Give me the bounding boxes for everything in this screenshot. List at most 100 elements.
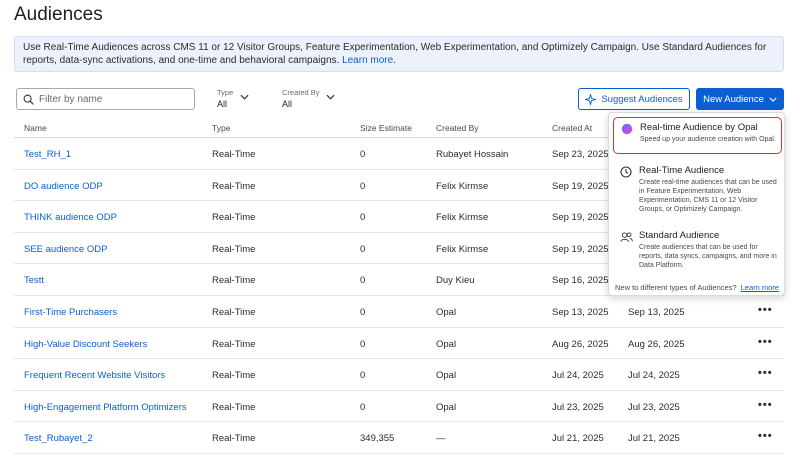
created-by-dropdown-value: All	[282, 99, 293, 109]
more-options-icon[interactable]: •••	[758, 336, 773, 348]
audience-created-by: Felix Kirmse	[436, 212, 489, 224]
audience-size: 0	[360, 370, 366, 382]
clock-icon	[620, 166, 632, 178]
page-title: Audiences	[14, 4, 103, 25]
audience-created-at: Sep 23, 2025	[552, 149, 609, 160]
audience-created-at: Aug 26, 2025	[552, 338, 609, 350]
chevron-down-icon	[769, 97, 777, 102]
audience-created-by: Felix Kirmse	[436, 243, 489, 255]
type-dropdown[interactable]: Type All	[217, 88, 257, 109]
menu-item-standard-audience[interactable]: Standard Audience Create audiences that …	[613, 226, 782, 274]
new-audience-menu: Real-time Audience by Opal Speed up your…	[608, 112, 785, 296]
audience-created-by: —	[436, 433, 446, 445]
column-header-type[interactable]: Type	[212, 123, 230, 133]
users-icon	[620, 232, 633, 242]
table-row: Frequent Recent Website Visitors Real-Tim…	[14, 359, 784, 391]
audience-created-at: Sep 19, 2025	[552, 243, 609, 255]
created-by-dropdown[interactable]: Created By All	[282, 88, 342, 109]
filter-input[interactable]	[39, 93, 189, 105]
column-header-created-at[interactable]: Created At	[552, 123, 592, 133]
audience-created-at: Sep 16, 2025	[552, 275, 609, 287]
audience-type: Real-Time	[212, 243, 256, 255]
banner-link-suffix: .	[393, 55, 396, 66]
audience-modified-at: Jul 24, 2025	[628, 370, 680, 382]
column-header-size[interactable]: Size Estimate	[360, 123, 412, 133]
audience-name-link[interactable]: High-Value Discount Seekers	[24, 339, 147, 350]
more-options-icon[interactable]: •••	[758, 304, 773, 316]
audience-type: Real-Time	[212, 149, 256, 160]
audience-name-link[interactable]: High-Engagement Platform Optimizers	[24, 402, 187, 413]
info-banner: Use Real-Time Audiences across CMS 11 or…	[14, 36, 784, 72]
audience-created-by: Felix Kirmse	[436, 180, 489, 192]
table-row: High-Engagement Platform Optimizers Real-…	[14, 391, 784, 423]
opal-logo-icon	[621, 123, 633, 135]
menu-item-opal-audience[interactable]: Real-time Audience by Opal Speed up your…	[613, 117, 782, 154]
audience-type: Real-Time	[212, 275, 256, 287]
banner-learn-more-link[interactable]: Learn more	[342, 55, 393, 66]
audience-type: Real-Time	[212, 401, 256, 413]
search-icon	[23, 94, 34, 105]
menu-footer-text: New to different types of Audiences?	[615, 283, 737, 292]
filter-field[interactable]	[16, 88, 195, 110]
audience-name-link[interactable]: Testt	[24, 275, 44, 286]
more-options-icon[interactable]: •••	[758, 430, 773, 442]
audience-size: 0	[360, 338, 366, 350]
audience-name-link[interactable]: First-Time Purchasers	[24, 307, 117, 318]
new-audience-button[interactable]: New Audience	[696, 88, 784, 110]
audience-name-link[interactable]: DO audience ODP	[24, 181, 103, 192]
menu-learn-more-link[interactable]: Learn more	[741, 283, 779, 292]
audience-type: Real-Time	[212, 338, 256, 350]
menu-item-real-time-audience[interactable]: Real-Time Audience Create real-time audi…	[613, 161, 782, 218]
audience-size: 0	[360, 275, 366, 287]
audience-type: Real-Time	[212, 433, 256, 445]
audience-created-by: Opal	[436, 338, 457, 350]
column-header-name[interactable]: Name	[24, 123, 47, 133]
audience-name-link[interactable]: Test_RH_1	[24, 149, 71, 160]
audience-created-at: Sep 19, 2025	[552, 180, 609, 192]
audience-created-at: Jul 24, 2025	[552, 370, 604, 382]
menu-item-title: Standard Audience	[639, 230, 720, 241]
suggest-audiences-button[interactable]: Suggest Audiences	[578, 88, 690, 110]
audience-modified-at: Jul 21, 2025	[628, 433, 680, 445]
type-dropdown-value: All	[217, 99, 228, 109]
menu-item-title: Real-Time Audience	[639, 165, 725, 176]
table-row: Test_Rubayet_2 Real-Time 349,355 — Jul 21, 2…	[14, 422, 784, 454]
type-dropdown-label: Type	[217, 88, 234, 97]
audience-created-by: Opal	[436, 401, 457, 413]
menu-item-desc: Create real-time audiences that can be u…	[639, 179, 777, 213]
audience-created-at: Sep 19, 2025	[552, 212, 609, 224]
audience-created-by: Rubayet Hossain	[436, 149, 509, 160]
audience-created-by: Opal	[436, 306, 457, 318]
audience-created-by: Opal	[436, 370, 457, 382]
menu-item-desc: Create audiences that can be used for re…	[639, 244, 777, 269]
audience-name-link[interactable]: THINK audience ODP	[24, 212, 117, 223]
audience-size: 0	[360, 212, 366, 224]
audience-created-by: Duy Kieu	[436, 275, 475, 287]
audience-created-at: Jul 23, 2025	[552, 401, 604, 413]
audience-type: Real-Time	[212, 180, 256, 192]
audience-modified-at: Sep 13, 2025	[628, 306, 685, 318]
new-audience-label: New Audience	[703, 93, 764, 105]
menu-item-desc: Speed up your audience creation with Opa…	[640, 136, 776, 143]
audience-size: 0	[360, 180, 366, 192]
more-options-icon[interactable]: •••	[758, 367, 773, 379]
sparkle-icon	[585, 93, 597, 105]
column-header-created-by[interactable]: Created By	[436, 123, 479, 133]
chevron-down-icon	[326, 94, 335, 100]
audience-size: 0	[360, 243, 366, 255]
audience-created-at: Sep 13, 2025	[552, 306, 609, 318]
menu-item-title: Real-time Audience by Opal	[640, 122, 758, 133]
menu-footer: New to different types of Audiences? Lear…	[615, 283, 779, 292]
audience-name-link[interactable]: SEE audience ODP	[24, 244, 107, 255]
audience-type: Real-Time	[212, 212, 256, 224]
suggest-audiences-label: Suggest Audiences	[601, 93, 683, 105]
audience-name-link[interactable]: Frequent Recent Website Visitors	[24, 370, 165, 381]
audience-name-link[interactable]: Test_Rubayet_2	[24, 433, 93, 444]
chevron-down-icon	[240, 94, 249, 100]
audience-size: 0	[360, 306, 366, 318]
table-row: First-Time Purchasers Real-Time 0 Opal Sep 1…	[14, 296, 784, 328]
audience-size: 0	[360, 149, 366, 160]
table-row: High-Value Discount Seekers Real-Time 0 Opa…	[14, 328, 784, 360]
audience-modified-at: Jul 23, 2025	[628, 401, 680, 413]
more-options-icon[interactable]: •••	[758, 399, 773, 411]
